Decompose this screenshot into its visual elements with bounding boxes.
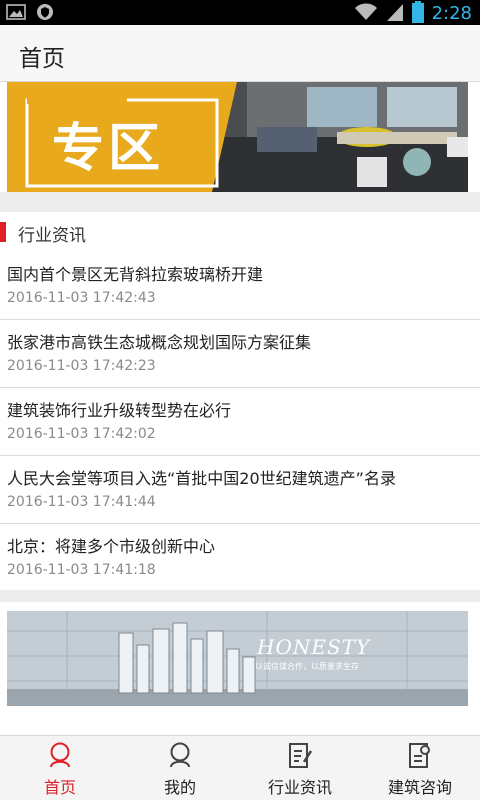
news-time: 2016-11-03 17:42:23 [7, 358, 156, 374]
gallery-notification-icon [6, 4, 26, 24]
nav-label: 我的 [163, 778, 196, 797]
nav-label: 行业资讯 [267, 778, 332, 797]
news-title: 北京：将建多个市级创新中心 [7, 537, 216, 556]
section-divider [0, 590, 480, 602]
news-time: 2016-11-03 17:42:43 [7, 290, 156, 306]
news-item[interactable]: 人民大会堂等项目入选“首批中国20世纪建筑遗产”名录 2016-11-03 17… [0, 456, 480, 524]
consult-icon [409, 743, 430, 768]
news-item[interactable]: 北京：将建多个市级创新中心 2016-11-03 17:41:18 [0, 524, 480, 592]
promo-banner-bottom[interactable]: HONESTY 以诚信谋合作，以质量求生存 [7, 611, 468, 706]
nav-industry-news[interactable]: 行业资讯 [240, 736, 360, 800]
status-bar: 2:28 [0, 0, 480, 25]
shield-notification-icon [36, 3, 54, 25]
news-title: 张家港市高铁生态城概念规划国际方案征集 [7, 333, 312, 352]
promo-banner-top[interactable]: 专区 [7, 82, 468, 192]
title-bar: 首页 [0, 25, 480, 82]
section-title: 行业资讯 [18, 226, 86, 246]
section-divider [0, 192, 480, 212]
section-header-news: 行业资讯 [0, 212, 480, 252]
wifi-icon [354, 2, 378, 26]
news-time: 2016-11-03 17:41:44 [7, 494, 156, 510]
news-list: 国内首个景区无背斜拉索玻璃桥开建 2016-11-03 17:42:43 张家港… [0, 252, 480, 592]
battery-icon [411, 1, 424, 27]
news-time: 2016-11-03 17:41:18 [7, 562, 156, 578]
banner-brand: HONESTY [257, 635, 371, 659]
news-item[interactable]: 国内首个景区无背斜拉索玻璃桥开建 2016-11-03 17:42:43 [0, 252, 480, 320]
banner-slogan: 以诚信谋合作，以质量求生存 [255, 662, 359, 671]
status-clock: 2:28 [431, 3, 472, 24]
news-item[interactable]: 张家港市高铁生态城概念规划国际方案征集 2016-11-03 17:42:23 [0, 320, 480, 388]
signal-icon [386, 2, 404, 26]
section-accent-bar [0, 222, 6, 242]
nav-label: 首页 [43, 778, 76, 797]
bottom-nav: 首页 我的 行业资讯 建筑咨询 [0, 735, 480, 800]
page-title: 首页 [19, 46, 65, 72]
news-time: 2016-11-03 17:42:02 [7, 426, 156, 442]
banner-city-image [7, 611, 468, 706]
home-icon [50, 742, 70, 768]
news-title: 建筑装饰行业升级转型势在必行 [7, 401, 232, 420]
profile-icon [170, 742, 190, 768]
news-item[interactable]: 建筑装饰行业升级转型势在必行 2016-11-03 17:42:02 [0, 388, 480, 456]
nav-home[interactable]: 首页 [0, 736, 120, 800]
news-title: 国内首个景区无背斜拉索玻璃桥开建 [7, 265, 264, 284]
nav-label: 建筑咨询 [387, 778, 452, 797]
news-title: 人民大会堂等项目入选“首批中国20世纪建筑遗产”名录 [7, 469, 396, 488]
nav-profile[interactable]: 我的 [120, 736, 240, 800]
news-icon [289, 743, 313, 768]
banner-text: 专区 [52, 119, 165, 179]
nav-consult[interactable]: 建筑咨询 [360, 736, 480, 800]
